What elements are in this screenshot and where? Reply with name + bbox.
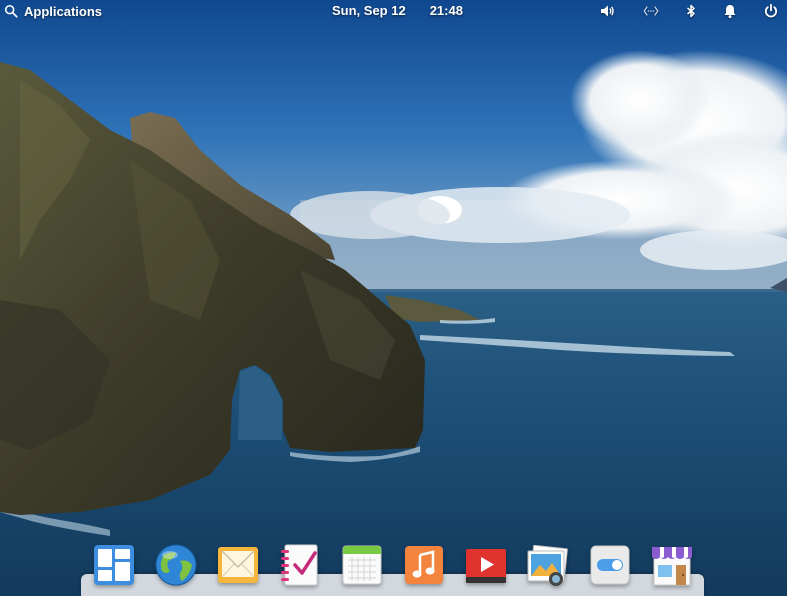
dock-item-music[interactable] xyxy=(402,543,446,587)
dock-item-system-settings[interactable] xyxy=(588,543,632,587)
network-icon xyxy=(643,6,659,16)
search-icon xyxy=(4,4,18,18)
power-indicator[interactable] xyxy=(761,2,781,20)
desktop-wallpaper xyxy=(0,0,787,596)
wallpaper-image xyxy=(0,0,787,596)
date-label: Sun, Sep 12 xyxy=(332,3,406,18)
dock-item-calendar[interactable] xyxy=(340,543,384,587)
date-time-indicator[interactable]: Sun, Sep 12 21:48 xyxy=(332,3,463,18)
dock-item-multitasking-view[interactable] xyxy=(92,543,136,587)
photos-icon xyxy=(527,544,568,586)
dock-item-appcenter[interactable] xyxy=(650,543,694,587)
bluetooth-icon xyxy=(687,4,695,18)
applications-menu-button[interactable]: Applications xyxy=(4,3,102,19)
system-settings-icon xyxy=(590,545,630,585)
music-icon xyxy=(405,546,443,584)
applications-label: Applications xyxy=(24,3,103,19)
calendar-icon xyxy=(342,545,382,585)
dock-item-tasks[interactable] xyxy=(278,543,322,587)
top-panel: Applications Sun, Sep 12 21:48 xyxy=(0,0,787,22)
web-browser-icon xyxy=(155,544,197,586)
appcenter-icon xyxy=(652,547,692,586)
tasks-icon xyxy=(281,544,318,586)
notifications-icon xyxy=(724,5,736,19)
multitasking-view-icon xyxy=(94,545,134,585)
dock-item-photos[interactable] xyxy=(526,543,570,587)
mail-icon xyxy=(218,547,258,583)
power-icon xyxy=(764,3,778,18)
videos-icon xyxy=(466,549,506,583)
bluetooth-indicator[interactable] xyxy=(681,2,701,20)
time-label: 21:48 xyxy=(429,3,463,18)
notifications-indicator[interactable] xyxy=(720,2,740,20)
dock-item-web-browser[interactable] xyxy=(154,543,198,587)
volume-icon xyxy=(601,5,614,17)
dock-item-mail[interactable] xyxy=(216,543,260,587)
dock-item-videos[interactable] xyxy=(464,543,508,587)
network-indicator[interactable] xyxy=(641,2,661,20)
volume-indicator[interactable] xyxy=(597,2,617,20)
